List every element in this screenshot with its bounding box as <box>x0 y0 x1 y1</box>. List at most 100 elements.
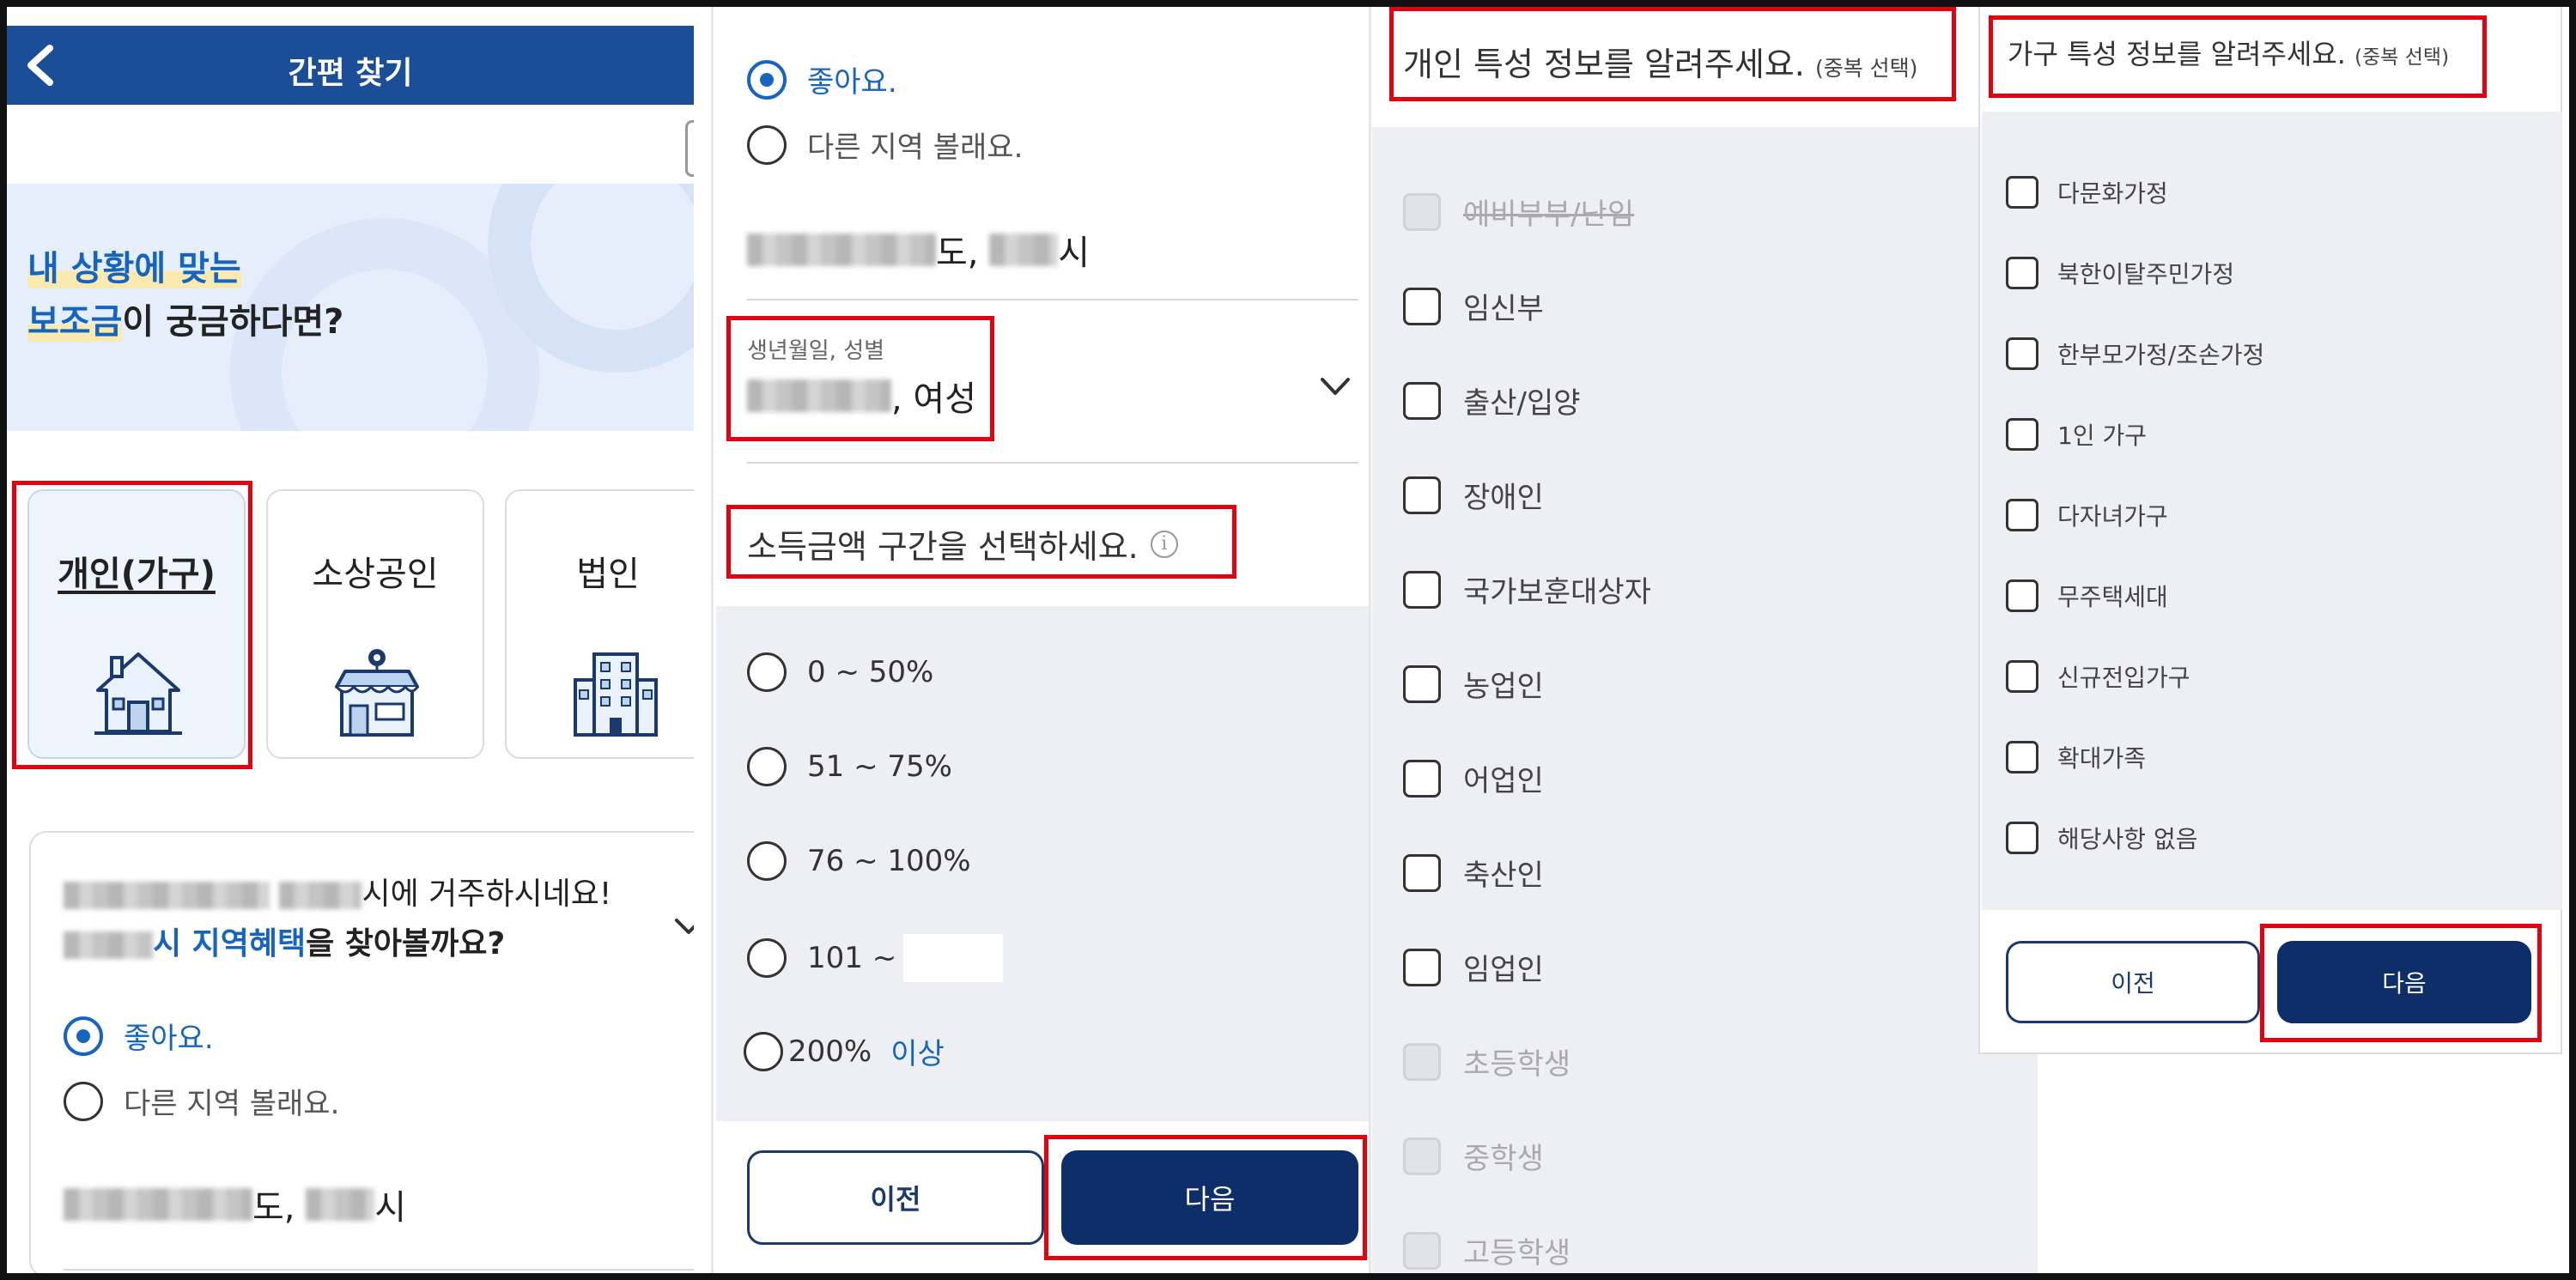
personal-trait-checkbox: 예비부부/난임 <box>1403 191 1634 233</box>
checkbox[interactable] <box>2006 257 2038 289</box>
radio-button[interactable] <box>64 1016 103 1056</box>
checkbox-label: 장애인 <box>1463 481 1544 515</box>
region-question: 시 지역혜택을 찾아볼까요? <box>64 919 505 963</box>
checkbox[interactable] <box>1403 287 1441 325</box>
hidden-text-mask <box>903 934 1004 982</box>
checkbox[interactable] <box>1403 476 1441 514</box>
radio-button[interactable] <box>747 841 787 881</box>
prev-button[interactable]: 이전 <box>2006 941 2260 1023</box>
household-trait-checkbox[interactable]: 무주택세대 <box>2006 579 2168 613</box>
checkbox-label: 해당사항 없음 <box>2057 825 2198 853</box>
divider <box>747 462 1358 464</box>
checkbox-label: 한부모가정/조손가정 <box>2057 341 2265 369</box>
checkbox[interactable] <box>2006 579 2038 612</box>
checkbox[interactable] <box>2006 741 2038 773</box>
income-option[interactable]: 51 ~ 75% <box>747 747 952 786</box>
checkbox[interactable] <box>1403 664 1441 703</box>
checkbox[interactable] <box>1403 381 1441 420</box>
divider <box>64 1269 694 1271</box>
household-trait-checkbox[interactable]: 확대가족 <box>2006 740 2146 774</box>
checkbox-label: 임업인 <box>1463 953 1544 987</box>
household-trait-checkbox[interactable]: 1인 가구 <box>2006 417 2147 452</box>
radio-button[interactable] <box>747 938 787 978</box>
section-header: 개인 특성 정보를 알려주세요. (중복 선택) <box>1372 7 2038 127</box>
radio-button[interactable] <box>747 124 787 165</box>
checkbox-label: 북한이탈주민가정 <box>2057 260 2235 288</box>
household-trait-checkbox[interactable]: 해당사항 없음 <box>2006 821 2197 855</box>
info-icon[interactable]: i <box>1150 530 1178 558</box>
household-trait-checkbox[interactable]: 다자녀가구 <box>2006 498 2168 532</box>
address-value: 도, 시 <box>747 225 1090 275</box>
personal-trait-checkbox[interactable]: 출산/입양 <box>1403 379 1581 422</box>
radio-option-other-region[interactable]: 다른 지역 볼래요. <box>64 1080 339 1122</box>
next-button[interactable]: 다음 <box>1061 1150 1358 1245</box>
checkbox-label: 중학생 <box>1463 1142 1544 1176</box>
chevron-down-icon[interactable] <box>1319 376 1352 398</box>
income-option[interactable]: 76 ~ 100% <box>747 841 971 881</box>
household-trait-checkbox[interactable]: 북한이탈주민가정 <box>2006 256 2234 290</box>
search-input-edge[interactable] <box>685 120 694 177</box>
checkbox-label: 무주택세대 <box>2057 583 2168 611</box>
personal-trait-checkbox[interactable]: 어업인 <box>1403 757 1544 799</box>
income-options-area: 0 ~ 50% 51 ~ 75% 76 ~ 100% 101 ~ 200% 이상 <box>716 606 1369 1121</box>
checkbox-label: 고등학생 <box>1463 1236 1571 1271</box>
radio-button[interactable] <box>64 1081 103 1121</box>
checkbox-label: 축산인 <box>1463 858 1544 893</box>
panel-divider <box>711 7 714 1273</box>
personal-trait-checkbox[interactable]: 농업인 <box>1403 663 1544 705</box>
household-traits-title: 가구 특성 정보를 알려주세요. (중복 선택) <box>2008 38 2450 70</box>
checkbox-label: 확대가족 <box>2057 744 2147 773</box>
panel-income-select: 좋아요. 다른 지역 볼래요. 도, 시 생년월일, 성별 , 여성 소득금액 … <box>716 7 1369 1273</box>
checkbox[interactable] <box>1403 853 1441 892</box>
income-option[interactable]: 0 ~ 50% <box>747 652 933 692</box>
household-trait-checkbox[interactable]: 한부모가정/조손가정 <box>2006 337 2264 371</box>
chevron-down-icon[interactable] <box>671 915 694 939</box>
app-header: 간편 찾기 <box>7 26 694 105</box>
checkbox-label: 다문화가정 <box>2057 179 2168 208</box>
checkbox-label: 국가보훈대상자 <box>1463 575 1651 610</box>
storefront-icon <box>335 649 419 737</box>
personal-trait-checkbox[interactable]: 임신부 <box>1403 285 1544 327</box>
checkbox-label: 농업인 <box>1463 670 1544 704</box>
prev-button[interactable]: 이전 <box>747 1150 1044 1245</box>
checkbox[interactable] <box>2006 660 2038 693</box>
radio-button[interactable] <box>747 59 787 100</box>
checkbox[interactable] <box>2006 418 2038 451</box>
checkbox[interactable] <box>2006 499 2038 531</box>
checkbox <box>1403 1042 1441 1081</box>
birth-gender-value[interactable]: , 여성 <box>747 371 976 421</box>
next-button[interactable]: 다음 <box>2277 941 2531 1023</box>
checkbox[interactable] <box>1403 948 1441 986</box>
panel-divider <box>1369 7 1371 1273</box>
category-small-business[interactable]: 소상공인 <box>266 489 484 759</box>
panel-household-traits: 가구 특성 정보를 알려주세요. (중복 선택) 다문화가정북한이탈주민가정한부… <box>1978 7 2576 1273</box>
income-option[interactable]: 101 ~ <box>747 934 1004 982</box>
personal-trait-checkbox[interactable]: 임업인 <box>1403 946 1544 988</box>
checkbox[interactable] <box>2006 822 2038 854</box>
region-message: 시에 거주하시네요! <box>64 869 611 913</box>
radio-option-yes[interactable]: 좋아요. <box>747 58 897 100</box>
radio-option-other-region[interactable]: 다른 지역 볼래요. <box>747 124 1023 166</box>
household-trait-checkbox[interactable]: 신규전입가구 <box>2006 659 2190 694</box>
household-trait-checkbox[interactable]: 다문화가정 <box>2006 175 2168 209</box>
personal-trait-checkbox: 초등학생 <box>1403 1040 1571 1083</box>
checkbox[interactable] <box>1403 759 1441 798</box>
category-individual[interactable]: 개인(가구) <box>27 489 246 759</box>
personal-trait-checkbox: 중학생 <box>1403 1135 1544 1177</box>
radio-button[interactable] <box>747 747 787 786</box>
checkbox[interactable] <box>1403 570 1441 609</box>
checkbox[interactable] <box>2006 337 2038 370</box>
radio-button[interactable] <box>744 1031 783 1071</box>
checkbox <box>1403 1137 1441 1175</box>
radio-button[interactable] <box>747 652 787 692</box>
checkbox-label: 출산/입양 <box>1463 386 1581 421</box>
checkbox-label: 예비부부/난임 <box>1463 197 1635 232</box>
personal-trait-checkbox[interactable]: 축산인 <box>1403 852 1544 894</box>
personal-trait-checkbox[interactable]: 장애인 <box>1403 474 1544 516</box>
radio-option-yes[interactable]: 좋아요. <box>64 1015 214 1057</box>
income-option[interactable]: 200% 이상 <box>744 1030 945 1072</box>
personal-trait-checkbox[interactable]: 국가보훈대상자 <box>1403 568 1651 610</box>
checkbox <box>1403 1231 1441 1270</box>
category-corporation[interactable]: 법인 <box>505 489 694 759</box>
checkbox[interactable] <box>2006 176 2038 209</box>
